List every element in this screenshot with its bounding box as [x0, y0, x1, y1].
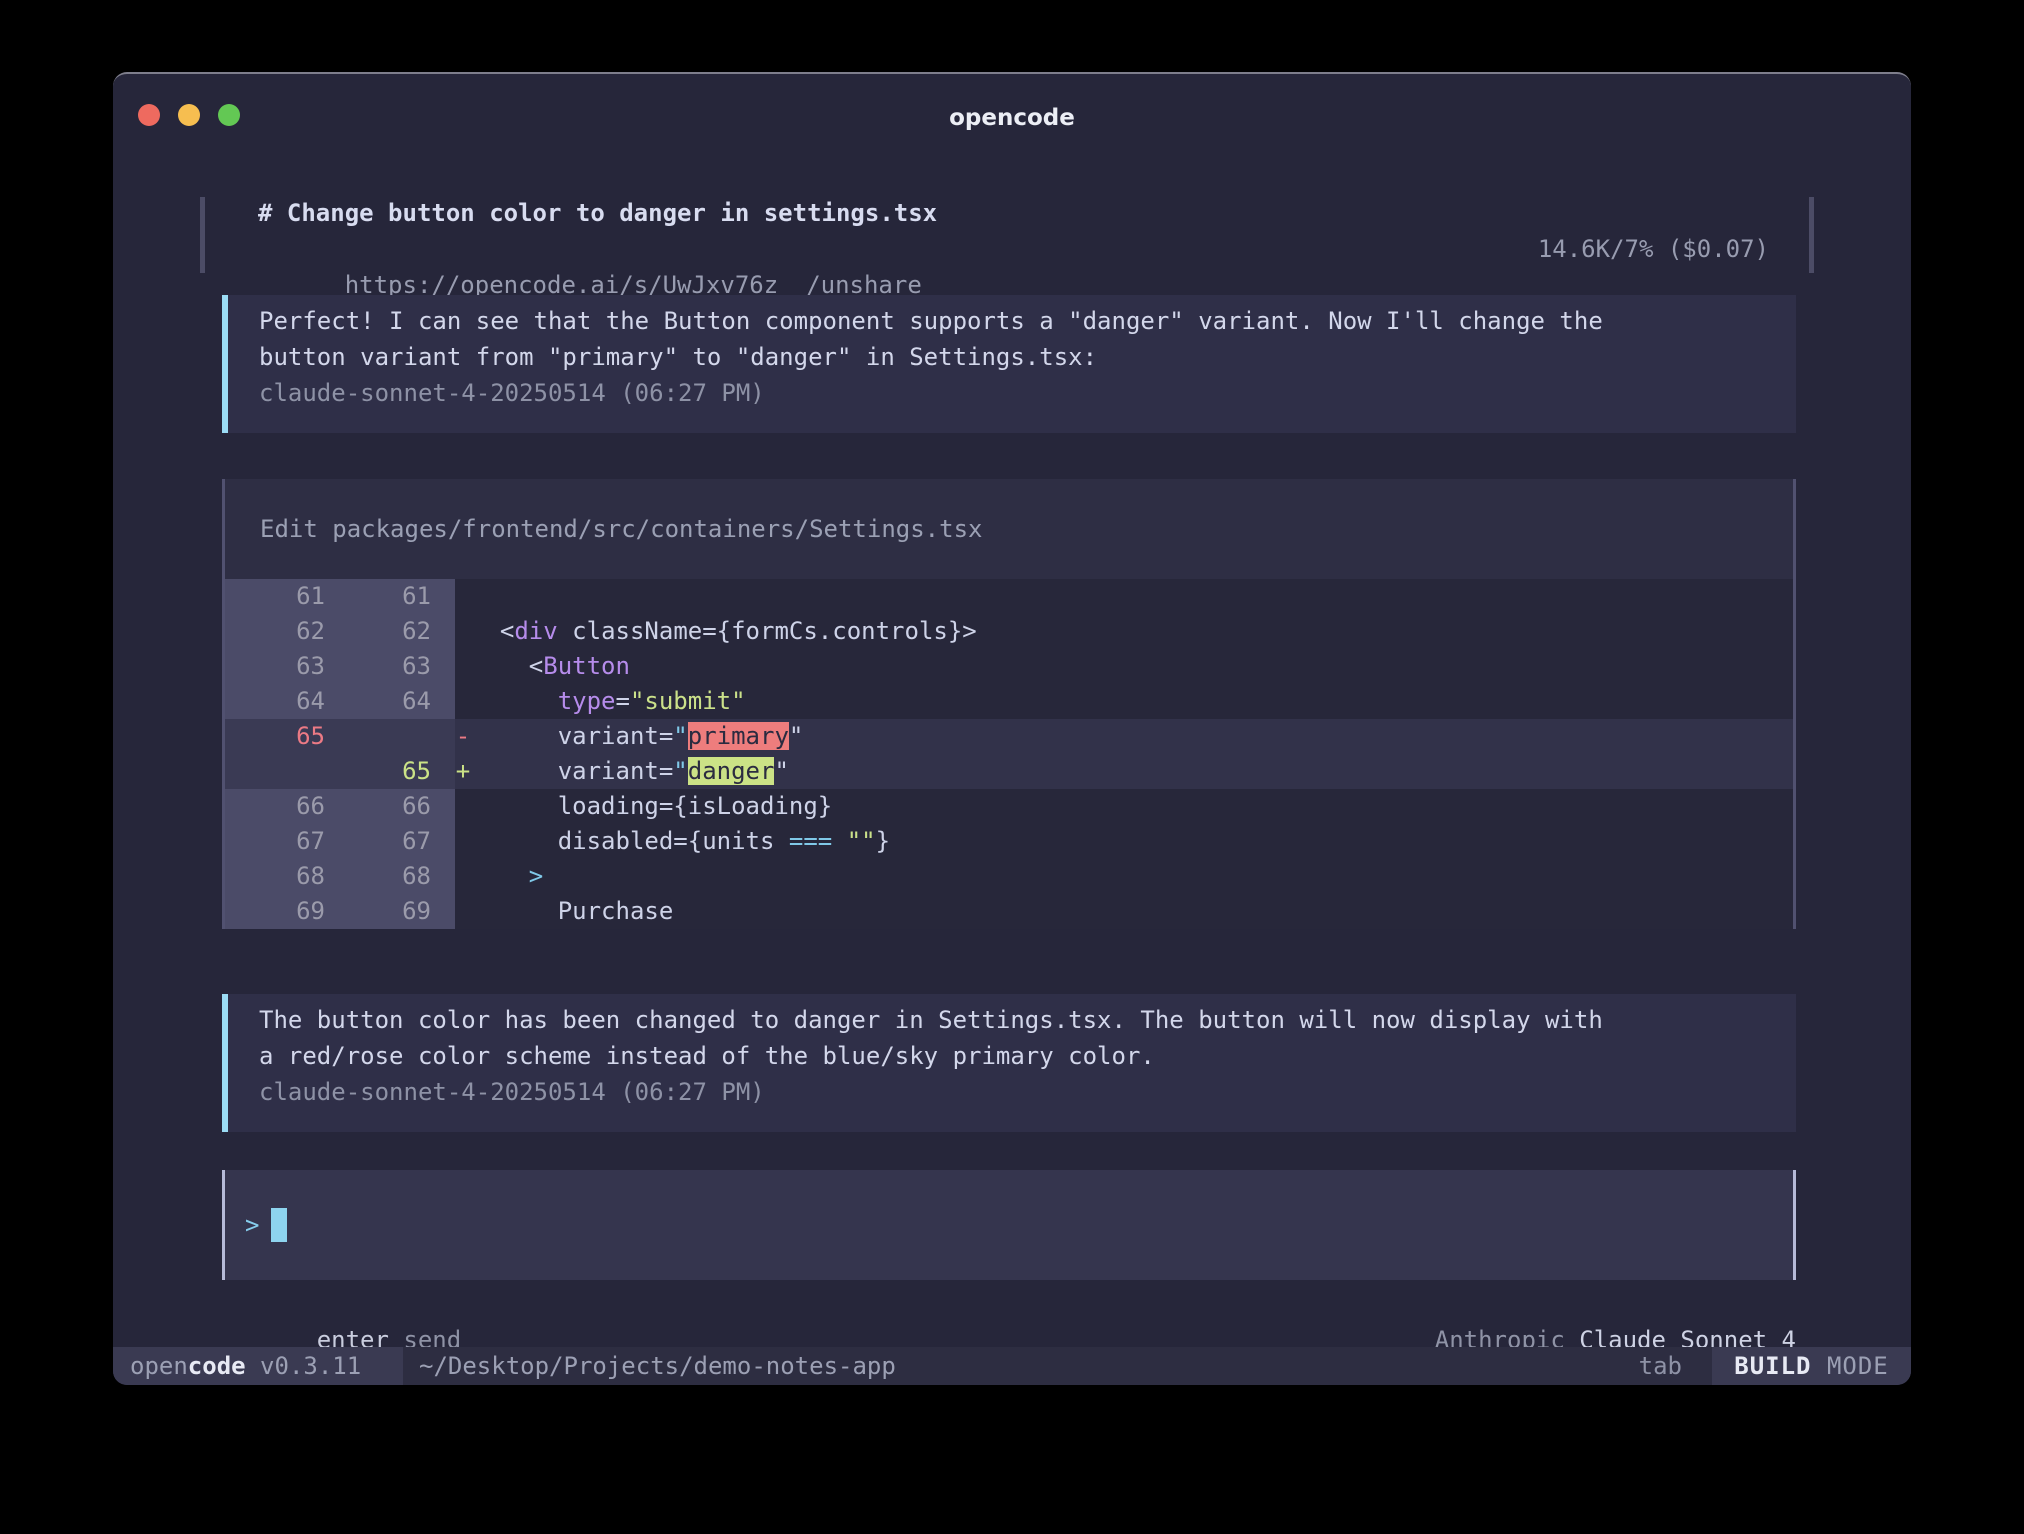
diff-row: 6868 >	[225, 859, 1793, 894]
status-bar: opencode v0.3.11 ~/Desktop/Projects/demo…	[113, 1347, 1911, 1385]
diff-change-marker	[455, 894, 471, 929]
diff-row: 65+ variant="danger"	[225, 754, 1793, 789]
assistant-message: The button color has been changed to dan…	[222, 994, 1796, 1132]
mode-secondary: MODE	[1812, 1348, 1889, 1384]
diff-line-numbers: 6262	[225, 614, 455, 649]
tab-key-hint: tab	[1639, 1348, 1682, 1384]
window-title: opencode	[113, 100, 1911, 136]
message-text-line: button variant from "primary" to "danger…	[228, 339, 1796, 375]
diff-code-line: type="submit"	[471, 684, 746, 719]
diff-line-numbers: 6464	[225, 684, 455, 719]
diff-code-line: variant="danger"	[471, 754, 789, 789]
diff-line-numbers: 6161	[225, 579, 455, 614]
diff-code-line: Purchase	[471, 894, 673, 929]
app-name-open: open	[130, 1348, 188, 1384]
message-model-meta: claude-sonnet-4-20250514 (06:27 PM)	[228, 1074, 1796, 1110]
diff-code-line: >	[471, 859, 543, 894]
message-text-line: Perfect! I can see that the Button compo…	[228, 303, 1796, 339]
app-version-badge: opencode v0.3.11	[113, 1347, 403, 1385]
diff-change-marker	[455, 649, 471, 684]
diff-code-line: <div className={formCs.controls}>	[471, 614, 977, 649]
session-title: # Change button color to danger in setti…	[258, 195, 937, 231]
context-usage-stats: 14.6K/7% ($0.07)	[1538, 231, 1769, 267]
text-cursor	[271, 1208, 287, 1242]
assistant-message: Perfect! I can see that the Button compo…	[222, 295, 1796, 433]
diff-rows: 61616262 <div className={formCs.controls…	[225, 579, 1793, 929]
diff-change-marker	[455, 824, 471, 859]
header-left-rule	[200, 197, 205, 273]
message-text-line: a red/rose color scheme instead of the b…	[228, 1038, 1796, 1074]
diff-line-numbers: 6969	[225, 894, 455, 929]
app-version: v0.3.11	[246, 1348, 362, 1384]
edit-tool-title: Edit packages/frontend/src/containers/Se…	[225, 479, 1793, 579]
diff-line-numbers: 6868	[225, 859, 455, 894]
message-model-meta: claude-sonnet-4-20250514 (06:27 PM)	[228, 375, 1796, 411]
diff-row: 65- variant="primary"	[225, 719, 1793, 754]
app-name-code: code	[188, 1348, 246, 1384]
diff-line-numbers: 65	[225, 754, 455, 789]
diff-code-line: <Button	[471, 649, 630, 684]
diff-change-marker	[455, 789, 471, 824]
diff-line-numbers: 65	[225, 719, 455, 754]
diff-code-line: disabled={units === ""}	[471, 824, 890, 859]
diff-row: 6767 disabled={units === ""}	[225, 824, 1793, 859]
diff-code-line: variant="primary"	[471, 719, 803, 754]
edit-tool-block: Edit packages/frontend/src/containers/Se…	[222, 479, 1796, 929]
diff-row: 6464 type="submit"	[225, 684, 1793, 719]
diff-row: 6262 <div className={formCs.controls}>	[225, 614, 1793, 649]
prompt-symbol: >	[245, 1207, 259, 1243]
working-directory: ~/Desktop/Projects/demo-notes-app	[419, 1348, 896, 1384]
prompt-input[interactable]: >	[222, 1170, 1796, 1280]
session-header: # Change button color to danger in setti…	[200, 195, 1814, 273]
diff-change-marker	[455, 579, 471, 614]
diff-line-numbers: 6363	[225, 649, 455, 684]
diff-row: 6666 loading={isLoading}	[225, 789, 1793, 824]
diff-row: 6969 Purchase	[225, 894, 1793, 929]
message-text-line: The button color has been changed to dan…	[228, 1002, 1796, 1038]
mode-primary: BUILD	[1734, 1348, 1811, 1384]
header-right-rule	[1809, 197, 1814, 273]
diff-row: 6363 <Button	[225, 649, 1793, 684]
diff-change-marker	[455, 614, 471, 649]
diff-line-numbers: 6767	[225, 824, 455, 859]
diff-change-marker	[455, 859, 471, 894]
diff-code-line: loading={isLoading}	[471, 789, 832, 824]
diff-change-marker	[455, 684, 471, 719]
mode-badge: BUILD MODE	[1712, 1347, 1911, 1385]
diff-line-numbers: 6666	[225, 789, 455, 824]
opencode-window: opencode # Change button color to danger…	[113, 72, 1911, 1385]
diff-change-marker: -	[455, 719, 471, 754]
diff-row: 6161	[225, 579, 1793, 614]
diff-change-marker: +	[455, 754, 471, 789]
titlebar: opencode	[113, 74, 1911, 164]
